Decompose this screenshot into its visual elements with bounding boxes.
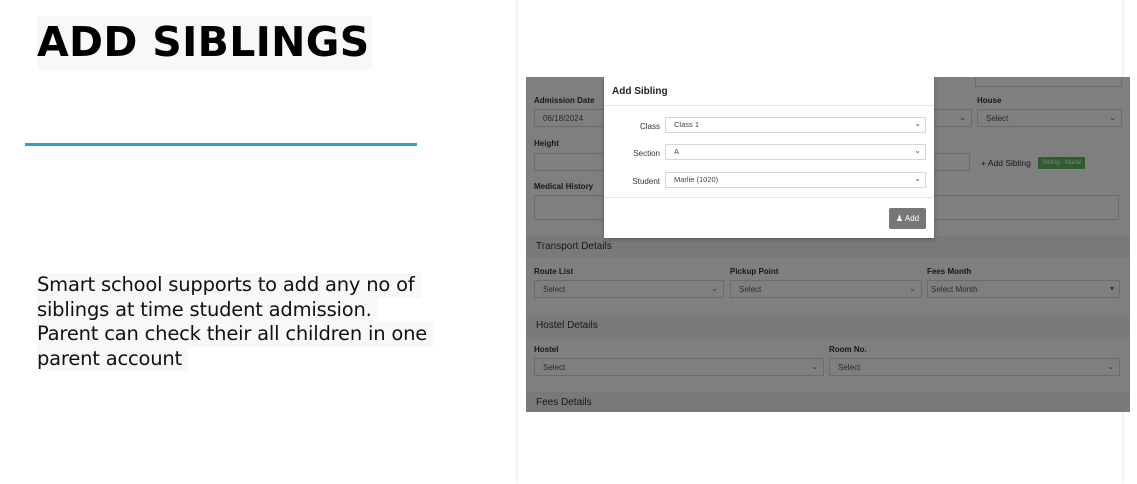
chevron-down-icon: ⌄ — [914, 119, 921, 128]
add-sibling-modal: Add Sibling Class Class 1 ⌄ Section A ⌄ … — [604, 77, 934, 238]
description-line: Parent can check their all children in o… — [37, 322, 434, 347]
class-select[interactable]: Class 1 ⌄ — [665, 117, 926, 133]
modal-footer-divider — [604, 197, 934, 198]
section-select[interactable]: A ⌄ — [665, 144, 926, 160]
chevron-down-icon: ⌄ — [914, 174, 921, 183]
student-select[interactable]: Marlie (1020) ⌄ — [665, 172, 926, 188]
class-label: Class — [639, 122, 660, 131]
section-label: Section — [633, 149, 660, 158]
modal-title: Add Sibling — [612, 86, 668, 97]
chevron-down-icon: ⌄ — [914, 146, 921, 155]
description-line: Smart school supports to add any no of — [37, 273, 421, 298]
student-label: Student — [632, 177, 660, 186]
feature-description: Smart school supports to add any no of s… — [37, 273, 457, 371]
heading-underline — [25, 143, 417, 146]
modal-header-divider — [604, 105, 934, 106]
add-button[interactable]: ♟ Add — [889, 208, 926, 229]
page-heading: ADD SIBLINGS — [37, 16, 372, 70]
admission-form-screenshot: Admission Date 06/18/2024 ⌄ House Select… — [526, 77, 1130, 412]
description-line: parent account — [37, 346, 189, 371]
description-line: siblings at time student admission. — [37, 297, 378, 322]
user-icon: ♟ — [895, 214, 904, 223]
